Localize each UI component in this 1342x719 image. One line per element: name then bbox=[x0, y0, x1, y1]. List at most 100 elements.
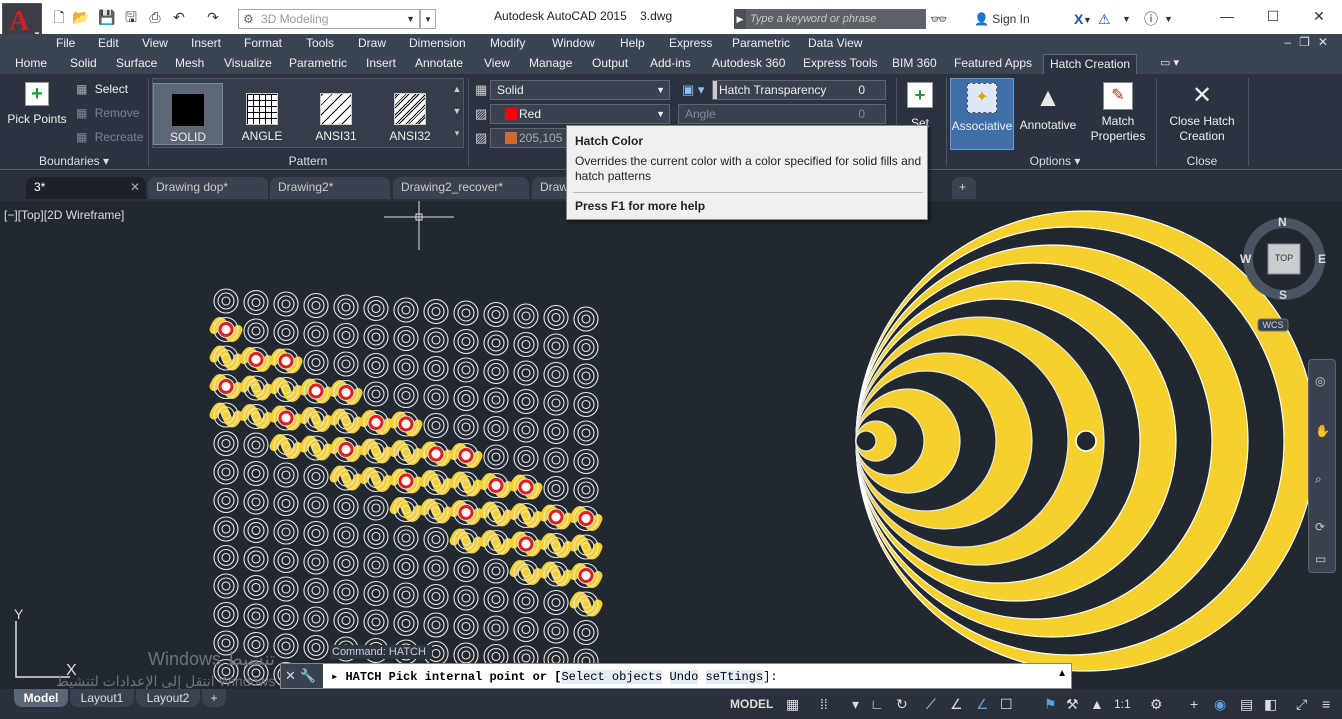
transparency-slider-handle[interactable] bbox=[713, 81, 717, 99]
orbit-icon[interactable]: ⟳ bbox=[1315, 520, 1325, 534]
tab-add-ins[interactable]: Add-ins bbox=[650, 56, 691, 70]
units-icon[interactable]: ◉ bbox=[1214, 695, 1226, 713]
new-file-icon[interactable]: 🗋 bbox=[50, 9, 68, 26]
option-undo[interactable]: Undo bbox=[669, 670, 699, 684]
menu-parametric[interactable]: Parametric bbox=[732, 36, 790, 50]
set-origin-button[interactable]: + Set bbox=[900, 82, 940, 130]
command-history-arrow[interactable]: ▲ bbox=[1057, 668, 1067, 679]
file-tab-drawing2-recover[interactable]: Drawing2_recover* bbox=[393, 177, 529, 199]
autodesk-360-icon[interactable]: ⚠ bbox=[1098, 9, 1111, 29]
option-select-objects[interactable]: Select objects bbox=[561, 670, 663, 684]
file-tab-drawing2[interactable]: Drawing2* bbox=[270, 177, 390, 199]
menu-edit[interactable]: Edit bbox=[98, 36, 119, 50]
compass-west[interactable]: W bbox=[1240, 252, 1251, 266]
object-snap-tracking-icon[interactable]: ∠ bbox=[950, 695, 963, 713]
annotation-scale-icon[interactable]: ▲ bbox=[1090, 695, 1104, 713]
snap-dropdown-icon[interactable]: ▾ bbox=[852, 695, 859, 713]
tab-home[interactable]: Home bbox=[15, 56, 47, 70]
pattern-solid[interactable]: SOLID bbox=[153, 83, 223, 145]
close-window-button[interactable]: ✕ bbox=[1296, 2, 1342, 30]
tab-mesh[interactable]: Mesh bbox=[175, 56, 204, 70]
ribbon-minimize-icon[interactable]: ▭ ▾ bbox=[1160, 56, 1179, 69]
workspace-select[interactable]: ⚙ 3D Modeling ▼ bbox=[238, 9, 420, 29]
new-layout-button[interactable]: + bbox=[202, 689, 226, 707]
annotation-monitor-icon[interactable]: + bbox=[1190, 695, 1198, 713]
menu-modify[interactable]: Modify bbox=[490, 36, 525, 50]
object-snap-icon[interactable]: ∠ bbox=[976, 695, 989, 713]
remove-boundaries-button[interactable]: ▦ Remove bbox=[76, 106, 139, 120]
isolate-objects-icon[interactable]: ◧ bbox=[1264, 695, 1277, 713]
file-tab-drawing-dop[interactable]: Drawing dop* bbox=[148, 177, 268, 199]
zoom-icon[interactable]: ⌕ bbox=[1315, 472, 1322, 487]
customize-wrench-icon[interactable]: 🔧 bbox=[300, 668, 316, 683]
pick-points-button[interactable]: + Pick Points bbox=[6, 82, 68, 126]
snap-icon[interactable]: ⁞⁞ bbox=[820, 695, 828, 713]
menu-view[interactable]: View bbox=[142, 36, 168, 50]
tab-featured-apps[interactable]: Featured Apps bbox=[954, 56, 1032, 70]
tab-bim-360[interactable]: BIM 360 bbox=[892, 56, 937, 70]
tab-hatch-creation[interactable]: Hatch Creation bbox=[1043, 54, 1138, 74]
model-space-toggle[interactable]: MODEL bbox=[730, 695, 773, 713]
print-icon[interactable]: ⎙ bbox=[146, 9, 164, 26]
annotation-autoscale-icon[interactable]: ⚒ bbox=[1066, 695, 1079, 713]
hatch-type-select[interactable]: Solid ▼ bbox=[490, 80, 670, 100]
tab-solid[interactable]: Solid bbox=[70, 56, 97, 70]
search-input[interactable]: Type a keyword or phrase bbox=[746, 9, 926, 29]
exchange-apps-icon[interactable]: X bbox=[1074, 9, 1083, 29]
viewcube[interactable]: N S E W TOP WCS bbox=[1238, 215, 1332, 335]
save-as-icon[interactable]: 🖫 bbox=[122, 9, 140, 26]
quick-properties-icon[interactable]: ▤ bbox=[1240, 695, 1253, 713]
ortho-icon[interactable]: ∟ bbox=[870, 695, 884, 713]
select-objects-button[interactable]: ▦ Select bbox=[76, 82, 128, 96]
layout-tab-layout2[interactable]: Layout2 bbox=[136, 689, 200, 707]
background-color-select[interactable]: 205,105 bbox=[490, 128, 570, 148]
hatch-color-select[interactable]: Red ▼ bbox=[490, 104, 670, 124]
close-hatch-creation-button[interactable]: ✕ Close Hatch Creation bbox=[1160, 82, 1244, 144]
isometric-icon[interactable]: ⟋ bbox=[926, 695, 936, 713]
file-tab-3[interactable]: 3* ✕ bbox=[26, 177, 146, 199]
pattern-ansi32[interactable]: ANSI32 bbox=[375, 83, 445, 145]
associative-button[interactable]: ✦ Associative bbox=[950, 78, 1014, 150]
boundaries-panel-title[interactable]: Boundaries ▾ bbox=[0, 154, 148, 168]
options-panel-title[interactable]: Options ▾ bbox=[950, 154, 1160, 168]
open-file-icon[interactable]: 📂 bbox=[72, 9, 90, 26]
grid-icon[interactable]: ▦ bbox=[786, 695, 799, 713]
tab-parametric[interactable]: Parametric bbox=[289, 56, 347, 70]
tab-express-tools[interactable]: Express Tools bbox=[803, 56, 877, 70]
workspace-switching-icon[interactable]: ⚙ bbox=[1150, 695, 1163, 713]
layout-tab-layout1[interactable]: Layout1 bbox=[70, 689, 134, 707]
help-icon[interactable]: ⓘ bbox=[1144, 9, 1158, 29]
angle-slider[interactable]: Angle 0 bbox=[678, 104, 886, 124]
tab-manage[interactable]: Manage bbox=[529, 56, 572, 70]
match-properties-button[interactable]: ✎ Match Properties bbox=[1082, 82, 1154, 144]
recreate-boundary-button[interactable]: ▦ Recreate bbox=[76, 130, 143, 144]
tab-surface[interactable]: Surface bbox=[116, 56, 157, 70]
close-tab-icon[interactable]: ✕ bbox=[130, 177, 140, 198]
command-line[interactable]: ✕ 🔧 ▸ HATCH Pick internal point or [Sele… bbox=[280, 663, 1072, 689]
search-expand-icon[interactable]: ▶ bbox=[734, 9, 746, 29]
polar-tracking-icon[interactable]: ↻ bbox=[896, 695, 908, 713]
wcs-menu[interactable]: WCS bbox=[1260, 320, 1286, 330]
tab-autodesk-360[interactable]: Autodesk 360 bbox=[712, 56, 785, 70]
hatch-transparency-slider[interactable]: Hatch Transparency 0 bbox=[712, 80, 886, 100]
steering-wheel-icon[interactable]: ◎ bbox=[1315, 374, 1325, 388]
menu-data-view[interactable]: Data View bbox=[808, 36, 862, 50]
customization-icon[interactable]: ≡ bbox=[1322, 695, 1330, 713]
save-icon[interactable]: 💾 bbox=[98, 9, 116, 26]
menu-window[interactable]: Window bbox=[552, 36, 595, 50]
annotation-scale-value[interactable]: 1:1 bbox=[1114, 695, 1131, 713]
redo-icon[interactable]: ↷ bbox=[204, 9, 222, 26]
dropdown-icon[interactable]: ▼ bbox=[1122, 9, 1131, 29]
maximize-button[interactable]: ☐ bbox=[1250, 2, 1296, 30]
mdi-window-controls[interactable]: –❐✕ bbox=[1285, 35, 1337, 49]
clean-screen-icon[interactable]: ⤢ bbox=[1296, 695, 1307, 713]
new-tab-button[interactable]: + bbox=[952, 177, 976, 199]
annotation-visibility-icon[interactable]: ⚑ bbox=[1044, 695, 1057, 713]
menu-draw[interactable]: Draw bbox=[358, 36, 386, 50]
pattern-angle[interactable]: ANGLE bbox=[227, 83, 297, 145]
drawing-viewport[interactable]: [−][Top][2D Wireframe] Y X N S E W TOP W… bbox=[0, 201, 1342, 689]
menu-help[interactable]: Help bbox=[620, 36, 645, 50]
compass-north[interactable]: N bbox=[1278, 215, 1287, 229]
tab-annotate[interactable]: Annotate bbox=[415, 56, 463, 70]
menu-format[interactable]: Format bbox=[244, 36, 282, 50]
